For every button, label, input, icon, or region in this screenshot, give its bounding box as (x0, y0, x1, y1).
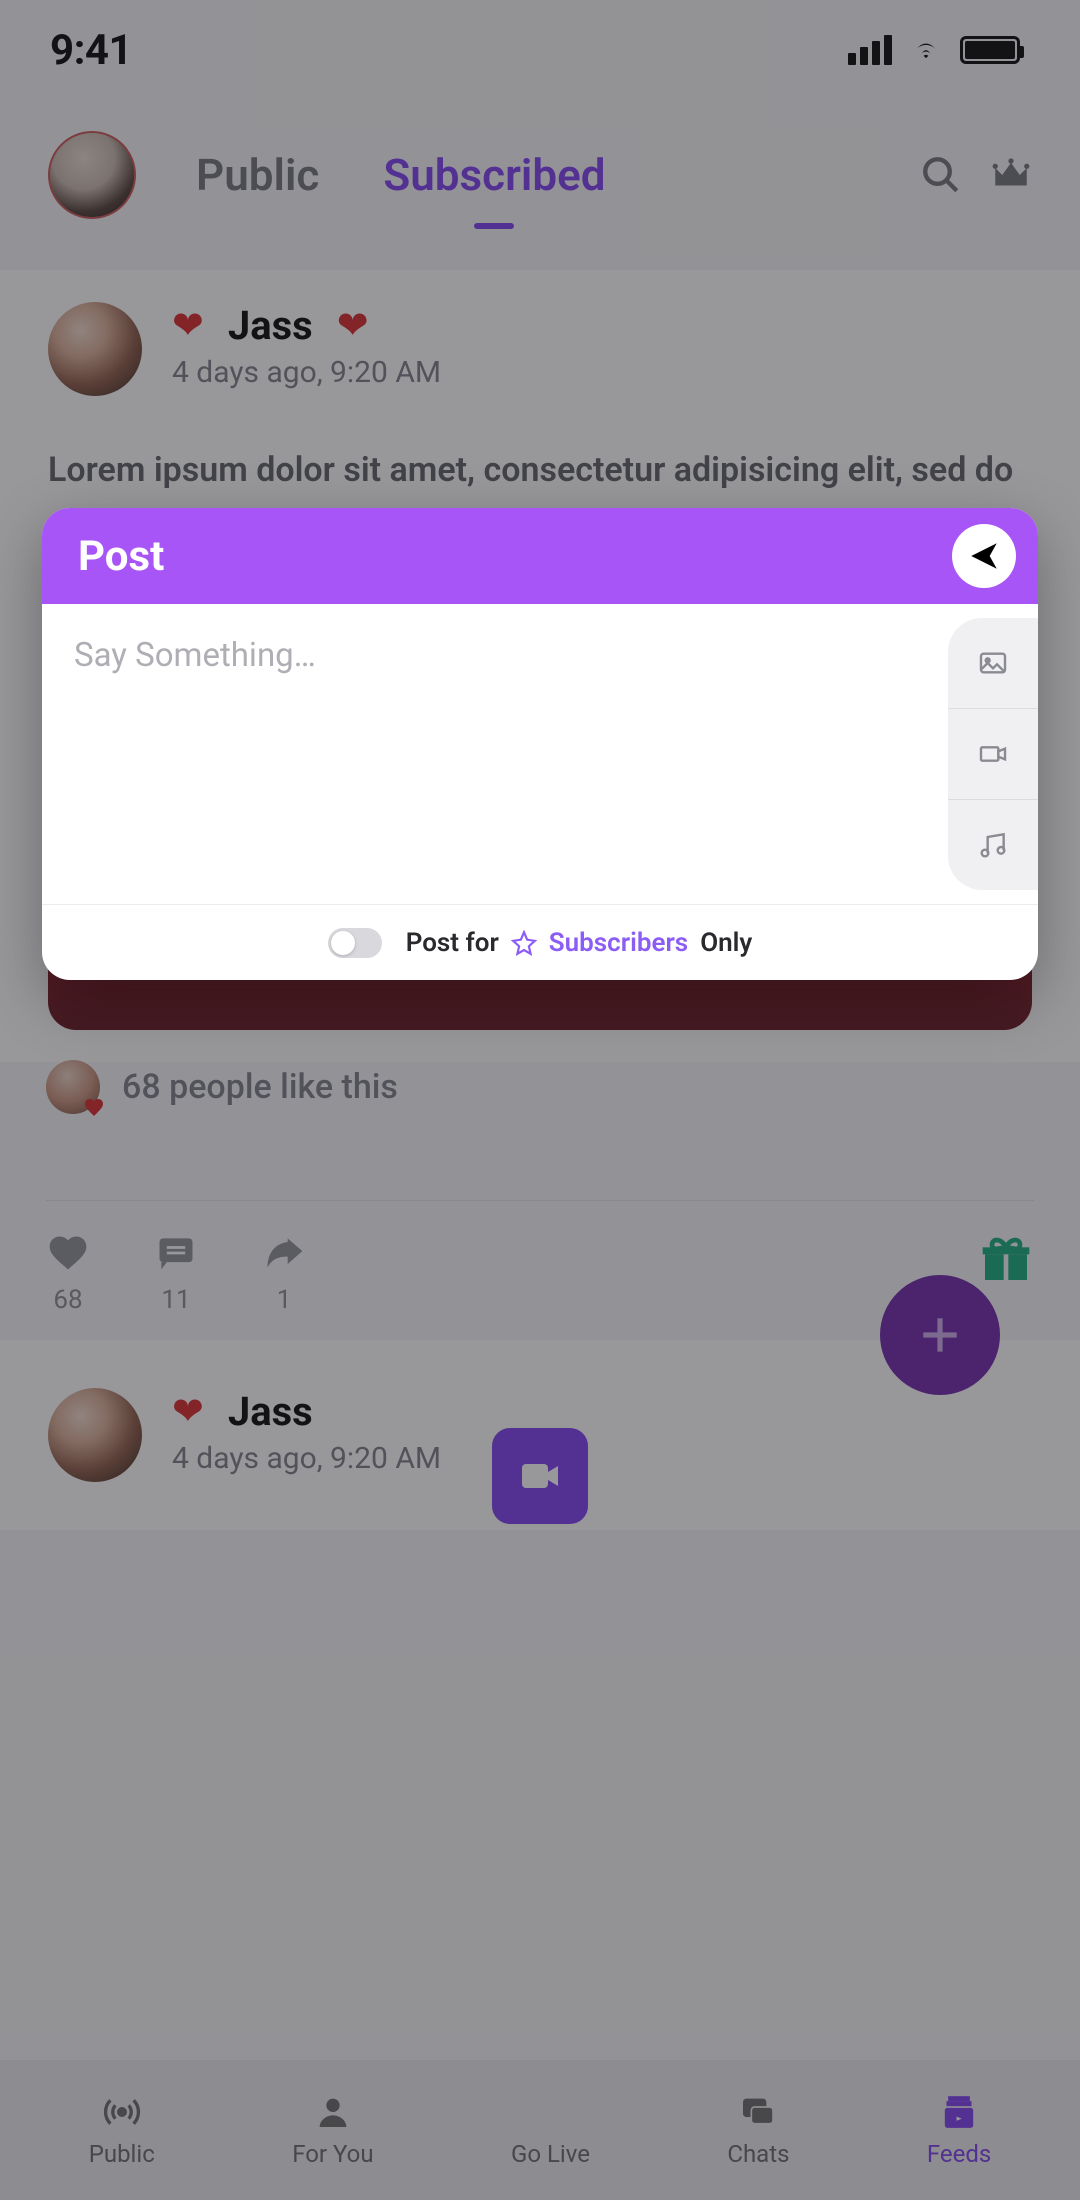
send-icon (967, 539, 1001, 573)
video-icon (977, 738, 1009, 770)
modal-title: Post (78, 532, 164, 581)
image-icon (977, 647, 1009, 679)
attach-image-button[interactable] (948, 618, 1038, 709)
only-label: Only (700, 928, 752, 958)
subscribers-label: Subscribers (549, 928, 688, 958)
modal-header: Post (42, 508, 1038, 604)
star-icon (511, 930, 537, 956)
post-text-input[interactable] (74, 636, 916, 870)
modal-footer: Post for Subscribers Only (42, 904, 1038, 980)
music-icon (977, 829, 1009, 861)
subscribers-only-toggle[interactable] (328, 928, 382, 958)
modal-scrim[interactable] (0, 0, 1080, 2200)
attachment-column (948, 618, 1038, 890)
create-post-modal: Post Post for Subscribers Only (42, 508, 1038, 980)
send-button[interactable] (952, 524, 1016, 588)
attach-video-button[interactable] (948, 709, 1038, 800)
attach-music-button[interactable] (948, 800, 1038, 890)
post-for-label: Post for (406, 928, 499, 958)
